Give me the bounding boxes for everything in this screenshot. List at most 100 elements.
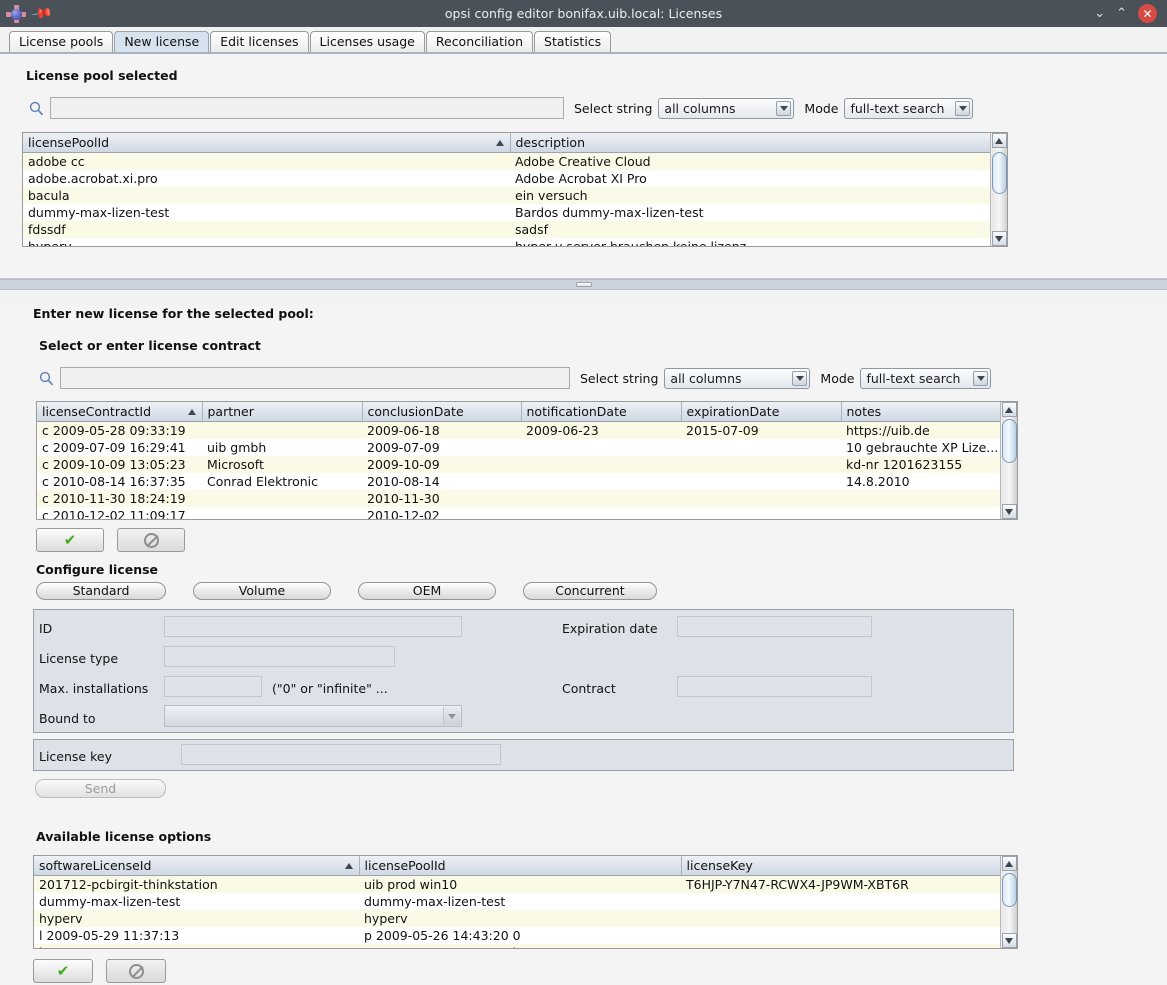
table-row[interactable]: c 2010-12-02 11:09:17 2010-12-02	[37, 507, 1000, 519]
options-action-buttons: ✔	[33, 959, 1167, 983]
scroll-down-icon[interactable]	[1001, 504, 1017, 519]
bound-to-combo[interactable]	[164, 705, 462, 727]
column-header-licenseKey[interactable]: licenseKey	[681, 856, 1000, 876]
table-row[interactable]: c 2009-05-28 09:33:19 2009-06-18 2009-06-2…	[37, 421, 1000, 439]
license-type-oem-button[interactable]: OEM	[358, 582, 496, 600]
scroll-thumb[interactable]	[1001, 873, 1017, 907]
license-contract-vscrollbar[interactable]	[1000, 402, 1017, 519]
scroll-thumb[interactable]	[991, 152, 1007, 194]
options-vscrollbar[interactable]	[1000, 856, 1017, 948]
options-accept-button[interactable]: ✔	[33, 959, 93, 983]
options-reject-button[interactable]	[106, 959, 166, 983]
table-row[interactable]: c 2009-10-09 13:05:23 Microsoft 2009-10-09…	[37, 456, 1000, 473]
license-contract-table-body: c 2009-05-28 09:33:19 2009-06-18 2009-06-2…	[37, 421, 1000, 519]
pin-icon[interactable]: 📌	[30, 2, 53, 25]
scroll-down-icon[interactable]	[991, 231, 1007, 246]
available-license-options-table[interactable]: softwareLicenseId licensePoolId licenseK…	[33, 855, 1018, 949]
max-installations-hint: ("0" or "infinite" ...	[272, 681, 388, 696]
max-installations-field[interactable]	[164, 676, 262, 697]
table-row[interactable]: c 2009-07-09 16:29:41 uib gmbh 2009-07-09 1…	[37, 439, 1000, 456]
pool-select-string-combo[interactable]: all columns	[658, 97, 795, 119]
column-header-softwareLicenseId[interactable]: softwareLicenseId	[34, 856, 360, 876]
scroll-up-icon[interactable]	[1001, 402, 1017, 417]
table-cell: Conrad Elektronic	[202, 473, 362, 490]
license-type-concurrent-button[interactable]: Concurrent	[523, 582, 657, 600]
contract-mode-combo[interactable]: full-text search	[860, 367, 992, 389]
table-row[interactable]: fdssdf sadsf	[23, 221, 990, 238]
tab-edit-licenses[interactable]: Edit licenses	[210, 31, 309, 52]
id-field[interactable]	[164, 616, 462, 637]
scroll-up-icon[interactable]	[1001, 856, 1017, 871]
scroll-up-icon[interactable]	[991, 133, 1007, 148]
table-row[interactable]: dummy-max-lizen-test dummy-max-lizen-test	[34, 893, 1000, 910]
table-row[interactable]: c 2010-08-14 16:37:35 Conrad Elektronic 20…	[37, 473, 1000, 490]
license-key-panel: License key	[33, 739, 1014, 771]
close-icon[interactable]: ✕	[1138, 4, 1157, 23]
maximize-icon[interactable]: ⌃	[1116, 7, 1127, 20]
contract-field[interactable]	[677, 676, 872, 697]
column-header-notificationDate[interactable]: notificationDate	[521, 402, 682, 422]
table-row[interactable]: l 2009-05-29 13:48:00p 2009-05-26 14:43:…	[34, 944, 1000, 948]
send-button[interactable]: Send	[35, 779, 166, 798]
window-title: opsi config editor bonifax.uib.local: Li…	[444, 6, 723, 21]
scroll-track[interactable]	[991, 148, 1007, 231]
table-cell: adobe cc	[23, 152, 510, 170]
contract-reject-button[interactable]	[117, 528, 185, 552]
contract-search-row: Select string all columns Mode full-text…	[32, 367, 1042, 389]
license-type-volume-button[interactable]: Volume	[193, 582, 331, 600]
license-pool-vscrollbar[interactable]	[990, 133, 1007, 246]
scroll-thumb[interactable]	[1001, 419, 1017, 463]
column-header-partner[interactable]: partner	[202, 402, 363, 422]
table-row[interactable]: c 2010-11-30 18:24:19 2010-11-30	[37, 490, 1000, 507]
table-row[interactable]: hypervhyper v server brauchen keine lize…	[23, 238, 990, 246]
pool-mode-combo[interactable]: full-text search	[844, 97, 974, 119]
table-cell	[521, 439, 681, 456]
table-cell: c 2010-08-14 16:37:35	[37, 473, 202, 490]
column-header-notes[interactable]: notes	[841, 402, 1000, 422]
table-cell: https://uib.de	[841, 421, 1000, 439]
table-cell: T9VJK-B4T7-F-Q46DR-BRFTH-RJ49T	[681, 944, 1000, 948]
column-header-licensePoolId[interactable]: licensePoolId	[23, 133, 511, 153]
scroll-down-icon[interactable]	[1001, 933, 1017, 948]
table-row[interactable]: adobe.acrobat.xi.pro Adobe Acrobat XI Pro	[23, 170, 990, 187]
table-row[interactable]: adobe cc Adobe Creative Cloud	[23, 152, 990, 170]
table-cell: hyperv	[359, 910, 681, 927]
tab-licenses-usage[interactable]: Licenses usage	[309, 31, 425, 52]
column-header-licensePoolId[interactable]: licensePoolId	[359, 856, 682, 876]
tab-statistics[interactable]: Statistics	[534, 31, 612, 52]
table-row[interactable]: 201712-pcbirgit-thinkstation uib prod win…	[34, 875, 1000, 893]
table-row[interactable]: hyperv hyperv	[34, 910, 1000, 927]
column-header-licenseContractId[interactable]: licenseContractId	[37, 402, 203, 422]
license-key-field[interactable]	[181, 744, 501, 765]
expiration-date-field[interactable]	[677, 616, 872, 637]
tab-license-pools[interactable]: License pools	[9, 31, 114, 52]
license-pool-panel: License pool selected Select string all …	[0, 54, 1167, 279]
tab-new-license[interactable]: New license	[114, 31, 210, 52]
column-header-description[interactable]: description	[510, 133, 990, 153]
pool-search-input[interactable]	[50, 97, 564, 119]
scroll-track[interactable]	[1001, 871, 1017, 933]
table-cell: 2010-11-30	[362, 490, 521, 507]
license-contract-table[interactable]: licenseContractId partner conclusionDate…	[36, 401, 1018, 520]
table-cell	[681, 910, 1000, 927]
contract-search-input[interactable]	[60, 367, 570, 389]
table-cell: 2015-07-09	[681, 421, 841, 439]
new-license-title: Enter new license for the selected pool:	[33, 306, 314, 321]
license-pool-table[interactable]: licensePoolId description adobe cc Adobe …	[22, 132, 1008, 247]
contract-accept-button[interactable]: ✔	[36, 528, 104, 552]
table-row[interactable]: bacula ein versuch	[23, 187, 990, 204]
table-row[interactable]: dummy-max-lizen-test Bardos dummy-max-liz…	[23, 204, 990, 221]
license-type-field[interactable]	[164, 646, 395, 667]
table-row[interactable]: l 2009-05-29 11:37:13 p 2009-05-26 14:43:…	[34, 927, 1000, 944]
contract-select-string-combo[interactable]: all columns	[664, 367, 811, 389]
table-cell	[202, 507, 362, 519]
table-cell: dummy-max-lizen-test	[359, 893, 681, 910]
license-type-standard-button[interactable]: Standard	[36, 582, 166, 600]
column-header-conclusionDate[interactable]: conclusionDate	[362, 402, 522, 422]
tab-reconciliation[interactable]: Reconciliation	[425, 31, 534, 52]
scroll-track[interactable]	[1001, 417, 1017, 504]
column-header-expirationDate[interactable]: expirationDate	[681, 402, 842, 422]
panel-splitter[interactable]	[0, 279, 1167, 290]
splitter-grip[interactable]	[575, 282, 592, 287]
minimize-icon[interactable]: ⌄	[1094, 7, 1105, 20]
